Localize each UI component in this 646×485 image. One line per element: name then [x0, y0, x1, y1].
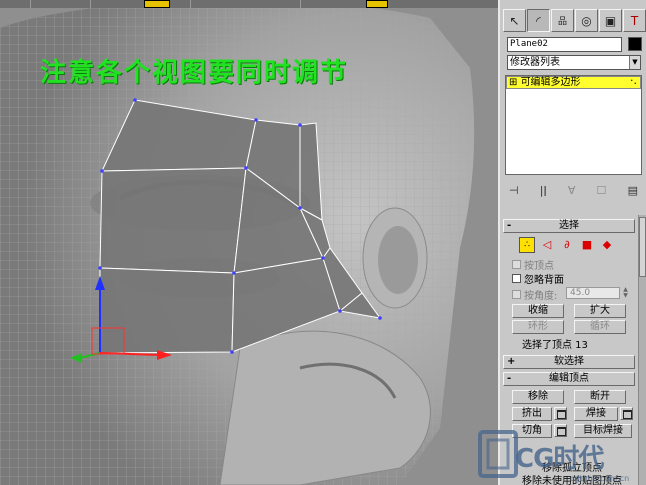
- extrude-button[interactable]: 挤出: [512, 407, 552, 421]
- shrink-button[interactable]: 收缩: [512, 304, 564, 318]
- vertex-level-icon[interactable]: ∴: [519, 236, 535, 253]
- polygon-level-icon[interactable]: ■: [579, 237, 595, 253]
- motion-icon[interactable]: ◎: [575, 9, 598, 32]
- toolbar-segment[interactable]: [30, 0, 90, 8]
- by-vertex-checkbox[interactable]: 按顶点: [512, 258, 554, 272]
- hierarchy-icon[interactable]: 品: [551, 9, 574, 32]
- toolbar-active-button[interactable]: [366, 0, 388, 8]
- viewport-top-toolbar: [0, 0, 498, 8]
- overlay-annotation-text: 注意各个视图要同时调节: [40, 58, 349, 88]
- extrude-settings-icon[interactable]: [554, 407, 567, 420]
- modify-icon[interactable]: ◜: [527, 9, 550, 32]
- make-unique-icon[interactable]: ∀: [568, 184, 576, 197]
- perspective-viewport[interactable]: 注意各个视图要同时调节: [0, 0, 498, 485]
- modifier-list-label: 修改器列表: [510, 57, 560, 68]
- expand-icon[interactable]: ⊞: [509, 77, 521, 88]
- loop-button[interactable]: 循环: [574, 320, 626, 334]
- display-icon[interactable]: ▣: [599, 9, 622, 32]
- watermark-text: CG时代: [515, 444, 604, 474]
- grow-button[interactable]: 扩大: [574, 304, 626, 318]
- subobject-dots-icon: ·.: [630, 74, 637, 87]
- toolbar-segment[interactable]: [90, 0, 140, 8]
- pin-stack-icon[interactable]: ⊣: [509, 184, 519, 197]
- command-panel: ↖ ◜ 品 ◎ ▣ T Plane02 修改器列表 ▼ ⊞ 可编辑多边形 ·. …: [498, 0, 646, 485]
- weld-button[interactable]: 焊接: [574, 407, 618, 421]
- show-end-result-icon[interactable]: |ǀ: [540, 184, 547, 197]
- spinner-arrows-icon[interactable]: ▲ ▼: [621, 287, 630, 299]
- toolbar-segment[interactable]: [190, 0, 270, 8]
- panel-tabs: ↖ ◜ 品 ◎ ▣ T: [503, 9, 646, 33]
- selection-rollout-header[interactable]: - 选择: [503, 219, 635, 233]
- scrollbar-thumb[interactable]: [639, 217, 646, 277]
- utilities-icon[interactable]: T: [623, 9, 646, 32]
- ignore-backfacing-checkbox[interactable]: 忽略背面: [512, 272, 564, 286]
- modifier-list-dropdown[interactable]: 修改器列表 ▼: [507, 55, 641, 70]
- angle-spinner-field[interactable]: 45.0: [566, 287, 620, 299]
- edge-level-icon[interactable]: ◁: [539, 237, 555, 253]
- element-level-icon[interactable]: ◆: [599, 237, 615, 253]
- stack-item-editable-poly[interactable]: ⊞ 可编辑多边形 ·.: [506, 74, 641, 89]
- edit-vertices-rollout-header[interactable]: - 编辑顶点: [503, 372, 635, 386]
- soft-selection-rollout-header[interactable]: + 软选择: [503, 355, 635, 369]
- border-level-icon[interactable]: ∂: [559, 237, 575, 253]
- configure-sets-icon[interactable]: ▤: [628, 184, 638, 197]
- chevron-down-icon: ▼: [629, 56, 640, 69]
- object-name-field[interactable]: Plane02: [507, 37, 622, 52]
- weld-settings-icon[interactable]: [620, 407, 633, 420]
- object-color-swatch[interactable]: [628, 37, 642, 51]
- break-button[interactable]: 断开: [574, 390, 626, 404]
- toolbar-active-button[interactable]: [144, 0, 170, 8]
- stack-tools: ⊣ |ǀ ∀ ☐ ▤: [505, 181, 642, 199]
- toolbar-segment[interactable]: [300, 0, 360, 8]
- subobject-level-icons: ∴ ◁ ∂ ■ ◆: [519, 236, 615, 253]
- create-icon[interactable]: ↖: [503, 9, 526, 32]
- selection-status-text: 选择了顶点 13: [522, 340, 588, 351]
- by-angle-checkbox[interactable]: 按角度:: [512, 288, 557, 302]
- remove-button[interactable]: 移除: [512, 390, 564, 404]
- watermark-url: cgtime.com.cn: [570, 474, 630, 483]
- remove-modifier-icon[interactable]: ☐: [597, 184, 607, 197]
- ring-button[interactable]: 环形: [512, 320, 564, 334]
- modifier-stack[interactable]: ⊞ 可编辑多边形 ·.: [505, 75, 642, 175]
